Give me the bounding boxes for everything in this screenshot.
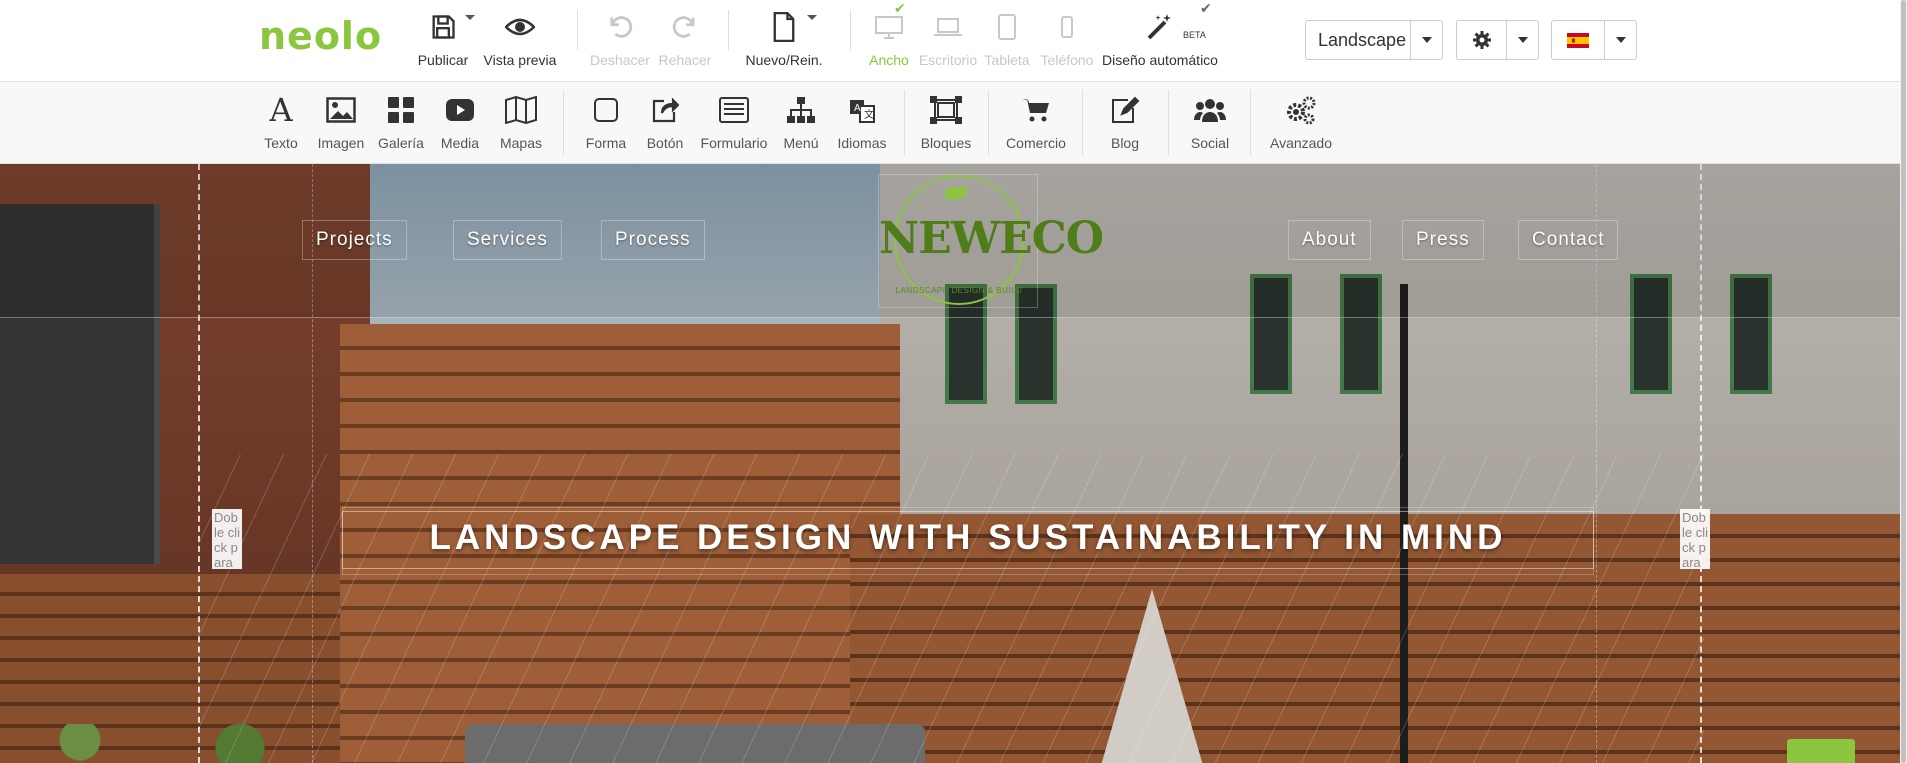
- nav-link-contact[interactable]: Contact: [1518, 220, 1619, 260]
- nav-link-about[interactable]: About: [1288, 220, 1371, 260]
- save-icon: [412, 8, 474, 46]
- new-reinit-button[interactable]: Nuevo/Rein.: [742, 8, 826, 68]
- eye-icon: [480, 8, 560, 46]
- gallery-icon: [374, 94, 428, 126]
- tool-bloques[interactable]: Bloques: [920, 94, 972, 151]
- tool-social[interactable]: Social: [1188, 94, 1232, 151]
- divider: [577, 10, 578, 50]
- shape-icon: [582, 94, 630, 126]
- device-tablet-button[interactable]: Tableta: [982, 8, 1032, 68]
- nav-link-process[interactable]: Process: [601, 220, 705, 260]
- chevron-down-icon[interactable]: [1506, 21, 1538, 59]
- divider: [1082, 90, 1083, 156]
- blocks-icon: [920, 94, 972, 126]
- phone-icon: [1036, 8, 1098, 46]
- leaf-icon: [945, 187, 967, 199]
- divider: [988, 90, 989, 156]
- check-icon: ✔: [1200, 0, 1212, 16]
- monitor-icon: ✔: [864, 0, 914, 46]
- map-icon: [496, 94, 546, 126]
- section-edit-tab[interactable]: [1787, 739, 1855, 763]
- tool-formulario[interactable]: Formulario: [699, 94, 769, 151]
- page-select-value: Landscape: [1318, 30, 1407, 50]
- new-page-icon: [742, 8, 826, 46]
- svg-text:文: 文: [864, 108, 874, 121]
- page-scrollbar[interactable]: [1900, 0, 1907, 763]
- top-toolbar: neolo Publicar Vista previa Deshacer Reh…: [0, 0, 1907, 82]
- text-icon: A: [269, 91, 293, 129]
- tool-mapas[interactable]: Mapas: [496, 94, 546, 151]
- svg-text:A: A: [854, 103, 861, 114]
- nav-link-press[interactable]: Press: [1402, 220, 1484, 260]
- tool-galeria[interactable]: Galería: [374, 94, 428, 151]
- tool-menu[interactable]: Menú: [779, 94, 823, 151]
- tool-media[interactable]: Media: [437, 94, 483, 151]
- logo-name: NEWECO: [879, 213, 1104, 264]
- tool-avanzado[interactable]: Avanzado: [1266, 94, 1336, 151]
- form-icon: [699, 94, 769, 126]
- hero-section-hatch: [198, 454, 1704, 763]
- tool-forma[interactable]: Forma: [582, 94, 630, 151]
- neolo-logo[interactable]: neolo: [259, 14, 382, 58]
- divider: [728, 10, 729, 50]
- tool-blog[interactable]: Blog: [1106, 94, 1144, 151]
- image-icon: [313, 94, 369, 126]
- page-canvas[interactable]: Projects Services Process About Press Co…: [0, 164, 1900, 763]
- double-click-hint-right[interactable]: Doble click para centrar: [1680, 509, 1710, 569]
- users-icon: [1188, 94, 1232, 126]
- settings-menu[interactable]: [1456, 20, 1539, 60]
- device-wide-button[interactable]: ✔ Ancho: [864, 0, 914, 68]
- tablet-icon: [982, 8, 1032, 46]
- undo-icon: [588, 8, 652, 46]
- chevron-down-icon[interactable]: [1604, 21, 1636, 59]
- hero-title[interactable]: LANDSCAPE DESIGN WITH SUSTAINABILITY IN …: [342, 511, 1594, 569]
- tool-boton[interactable]: Botón: [643, 94, 687, 151]
- tool-idiomas[interactable]: A文 Idiomas: [836, 94, 888, 151]
- page-select[interactable]: Landscape: [1305, 20, 1443, 60]
- device-desktop-button[interactable]: Escritorio: [916, 8, 980, 68]
- redo-icon: [656, 8, 714, 46]
- spain-flag-icon[interactable]: [1552, 21, 1604, 59]
- languages-icon: A文: [836, 94, 888, 126]
- cart-icon: [1002, 94, 1070, 126]
- divider: [1250, 90, 1251, 156]
- beta-badge: BETA: [1183, 30, 1206, 40]
- gear-icon[interactable]: [1457, 21, 1506, 59]
- tool-imagen[interactable]: Imagen: [313, 94, 369, 151]
- laptop-icon: [916, 8, 980, 46]
- double-click-hint-left[interactable]: Doble click para centrar: [212, 509, 242, 569]
- tool-texto[interactable]: A Texto: [259, 91, 303, 151]
- check-icon: ✔: [894, 0, 906, 16]
- new-caret-icon[interactable]: [807, 15, 817, 20]
- divider: [563, 90, 564, 156]
- gears-icon: [1266, 94, 1336, 126]
- video-icon: [437, 94, 483, 126]
- publish-caret-icon[interactable]: [465, 15, 475, 20]
- redo-button[interactable]: Rehacer: [656, 8, 714, 68]
- logo-tagline: LANDSCAPE DESIGN & BUILD: [895, 286, 1023, 295]
- chevron-down-icon[interactable]: [1410, 21, 1442, 59]
- element-toolbox: A Texto Imagen Galería Media Mapas Forma…: [0, 82, 1907, 164]
- scrollbar-thumb[interactable]: [1901, 0, 1906, 763]
- tool-comercio[interactable]: Comercio: [1002, 94, 1070, 151]
- divider: [1168, 90, 1169, 156]
- divider: [904, 90, 905, 156]
- nav-link-services[interactable]: Services: [453, 220, 562, 260]
- undo-button[interactable]: Deshacer: [588, 8, 652, 68]
- site-logo[interactable]: NEWECO LANDSCAPE DESIGN & BUILD: [878, 174, 1104, 308]
- sitemap-icon: [779, 94, 823, 126]
- nav-link-projects[interactable]: Projects: [302, 220, 407, 260]
- device-phone-button[interactable]: Teléfono: [1036, 8, 1098, 68]
- language-menu[interactable]: [1551, 20, 1637, 60]
- preview-button[interactable]: Vista previa: [480, 8, 560, 68]
- blog-edit-icon: [1106, 94, 1144, 126]
- button-icon: [643, 94, 687, 126]
- divider: [850, 10, 851, 50]
- publish-button[interactable]: Publicar: [412, 8, 475, 68]
